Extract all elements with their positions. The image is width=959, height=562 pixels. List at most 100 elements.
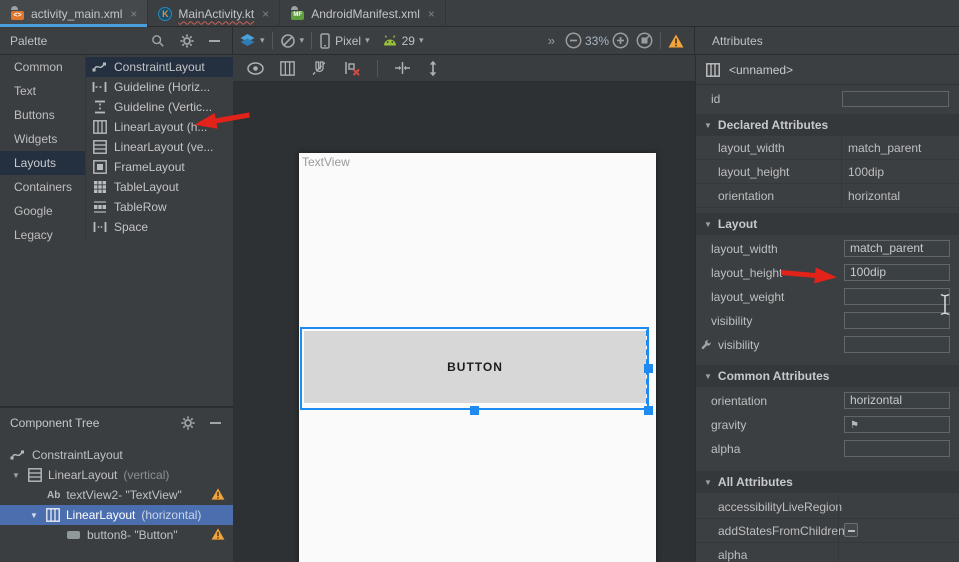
tab-activity-main-xml[interactable]: <> activity_main.xml × bbox=[0, 0, 148, 27]
expand-icon[interactable]: ▼ bbox=[30, 511, 40, 520]
palette-item-guideline-horizontal[interactable]: Guideline (Horiz... bbox=[86, 77, 233, 97]
common-row-orientation: orientation horizontal bbox=[696, 389, 959, 413]
tree-node-button8[interactable]: button8- "Button" bbox=[0, 525, 233, 545]
warning-icon[interactable] bbox=[211, 488, 225, 500]
ibeam-cursor-icon bbox=[939, 293, 951, 316]
view-options-icon[interactable] bbox=[247, 62, 264, 75]
tools-visibility-combo[interactable] bbox=[844, 336, 950, 353]
tab-androidmanifest-xml[interactable]: MF AndroidManifest.xml × bbox=[280, 0, 446, 27]
palette-item-linearlayout-horizontal[interactable]: LinearLayout (h... bbox=[86, 117, 233, 137]
zoom-to-fit-icon[interactable] bbox=[636, 32, 653, 49]
palette-category-buttons[interactable]: Buttons bbox=[0, 103, 85, 127]
component-name: <unnamed> bbox=[729, 63, 793, 77]
layout-weight-input[interactable] bbox=[844, 288, 950, 305]
palette-item-linearlayout-vertical[interactable]: LinearLayout (ve... bbox=[86, 137, 233, 157]
zoom-in-icon[interactable] bbox=[612, 32, 629, 49]
tree-node-constraintlayout[interactable]: ConstraintLayout bbox=[0, 445, 233, 465]
addstatesfromchildren-checkbox[interactable] bbox=[844, 523, 858, 537]
hide-panel-icon[interactable] bbox=[210, 422, 221, 424]
clear-constraints-icon[interactable] bbox=[344, 60, 361, 76]
section-common-attributes[interactable]: ▼ Common Attributes bbox=[696, 365, 959, 387]
palette-item-framelayout[interactable]: FrameLayout bbox=[86, 157, 233, 177]
android-studio-layout-editor: <> activity_main.xml × K MainActivity.kt… bbox=[0, 0, 959, 562]
common-row-alpha: alpha bbox=[696, 437, 959, 461]
layers-icon bbox=[239, 33, 256, 49]
selected-linearlayout-bounds[interactable]: BUTTON bbox=[300, 327, 649, 410]
palette-category-containers[interactable]: Containers bbox=[0, 175, 85, 199]
close-icon[interactable]: × bbox=[262, 7, 269, 21]
resize-handle-right-middle[interactable] bbox=[644, 364, 653, 373]
phone-icon bbox=[319, 33, 331, 49]
toolbar-overflow-icon[interactable]: » bbox=[548, 33, 555, 48]
constraintlayout-icon bbox=[10, 449, 25, 461]
common-row-gravity: gravity ⚑ bbox=[696, 413, 959, 437]
section-declared-attributes[interactable]: ▼ Declared Attributes bbox=[696, 114, 959, 136]
palette-item-constraintlayout[interactable]: ConstraintLayout bbox=[86, 57, 233, 77]
declared-row-layout-height[interactable]: layout_height 100dip bbox=[696, 160, 959, 184]
palette-category-widgets[interactable]: Widgets bbox=[0, 127, 85, 151]
api-level-selector[interactable]: 29 ▾ bbox=[382, 34, 424, 48]
default-margins-icon[interactable] bbox=[394, 61, 411, 75]
tree-node-linearlayout-horizontal[interactable]: ▼ LinearLayout(horizontal) bbox=[0, 505, 233, 525]
gear-icon[interactable] bbox=[180, 34, 194, 48]
textview-widget[interactable]: TextView bbox=[302, 155, 350, 169]
search-icon[interactable] bbox=[151, 34, 165, 48]
close-icon[interactable]: × bbox=[130, 7, 137, 21]
declared-row-layout-width[interactable]: layout_width match_parent bbox=[696, 136, 959, 160]
declared-row-orientation[interactable]: orientation horizontal bbox=[696, 184, 959, 208]
chevron-down-icon: ▾ bbox=[300, 35, 305, 46]
visibility-combo[interactable] bbox=[844, 312, 950, 329]
chevron-down-icon: ▾ bbox=[260, 35, 265, 46]
tree-node-textview2[interactable]: Ab textView2- "TextView" bbox=[0, 485, 233, 505]
palette-item-space[interactable]: Space bbox=[86, 217, 233, 237]
palette-category-common[interactable]: Common bbox=[0, 55, 85, 79]
gear-icon[interactable] bbox=[181, 416, 195, 430]
section-layout[interactable]: ▼ Layout bbox=[696, 213, 959, 235]
chevron-down-icon: ▾ bbox=[365, 35, 370, 46]
blueprint-mode-icon[interactable] bbox=[280, 61, 295, 76]
palette-category-layouts[interactable]: Layouts bbox=[0, 151, 85, 175]
device-selector[interactable]: Pixel ▾ bbox=[319, 33, 370, 49]
all-row-accessibilityliveregion[interactable]: accessibilityLiveRegion bbox=[696, 495, 959, 519]
layout-row-layout-width: layout_width match_parent bbox=[696, 237, 959, 261]
resize-handle-bottom-center[interactable] bbox=[470, 406, 479, 415]
zoom-out-icon[interactable] bbox=[565, 32, 582, 49]
palette-category-google[interactable]: Google bbox=[0, 199, 85, 223]
component-tree-panel: Component Tree ConstraintLayout ▼ Linear… bbox=[0, 406, 233, 562]
tree-node-linearlayout-vertical[interactable]: ▼ LinearLayout(vertical) bbox=[0, 465, 233, 485]
warning-icon[interactable] bbox=[211, 528, 225, 540]
resize-handle-bottom-right[interactable] bbox=[644, 406, 653, 415]
layout-height-combo[interactable]: 100dip bbox=[844, 264, 950, 281]
all-row-alpha[interactable]: alpha bbox=[696, 543, 959, 562]
id-input[interactable] bbox=[842, 91, 949, 107]
palette-category-legacy[interactable]: Legacy bbox=[0, 223, 85, 247]
palette-items: ConstraintLayout Guideline (Horiz... Gui… bbox=[85, 55, 233, 239]
close-icon[interactable]: × bbox=[428, 7, 435, 21]
tab-mainactivity-kt[interactable]: K MainActivity.kt × bbox=[148, 0, 280, 27]
palette-item-guideline-vertical[interactable]: Guideline (Vertic... bbox=[86, 97, 233, 117]
all-row-addstatesfromchildren[interactable]: addStatesFromChildren bbox=[696, 519, 959, 543]
button-widget[interactable]: BUTTON bbox=[304, 331, 646, 403]
orientation-selector[interactable]: ▾ bbox=[280, 33, 305, 49]
palette-item-tablelayout[interactable]: TableLayout bbox=[86, 177, 233, 197]
layout-width-combo[interactable]: match_parent bbox=[844, 240, 950, 257]
alpha-input[interactable] bbox=[844, 440, 950, 457]
textview-icon: Ab bbox=[47, 490, 60, 501]
attributes-header: Attributes bbox=[695, 27, 959, 54]
pack-expand-vertical-icon[interactable] bbox=[427, 60, 439, 77]
section-all-attributes[interactable]: ▼ All Attributes bbox=[696, 471, 959, 493]
render-warning-icon[interactable] bbox=[668, 34, 684, 48]
button-icon bbox=[67, 531, 80, 539]
gravity-combo[interactable]: ⚑ bbox=[844, 416, 950, 433]
orientation-combo[interactable]: horizontal bbox=[844, 392, 950, 409]
device-screen[interactable]: TextView BUTTON bbox=[299, 153, 656, 562]
attributes-panel: <unnamed> id ▼ Declared Attributes layou… bbox=[695, 55, 959, 562]
layout-row-tools-visibility: visibility bbox=[696, 333, 959, 357]
linearlayout-horizontal-icon bbox=[92, 120, 107, 135]
expand-icon[interactable]: ▼ bbox=[12, 471, 22, 480]
hide-panel-icon[interactable] bbox=[209, 40, 220, 42]
palette-category-text[interactable]: Text bbox=[0, 79, 85, 103]
design-surface-selector[interactable]: ▾ bbox=[239, 33, 265, 49]
autoconnect-off-magnet-icon[interactable] bbox=[311, 60, 328, 76]
palette-item-tablerow[interactable]: TableRow bbox=[86, 197, 233, 217]
